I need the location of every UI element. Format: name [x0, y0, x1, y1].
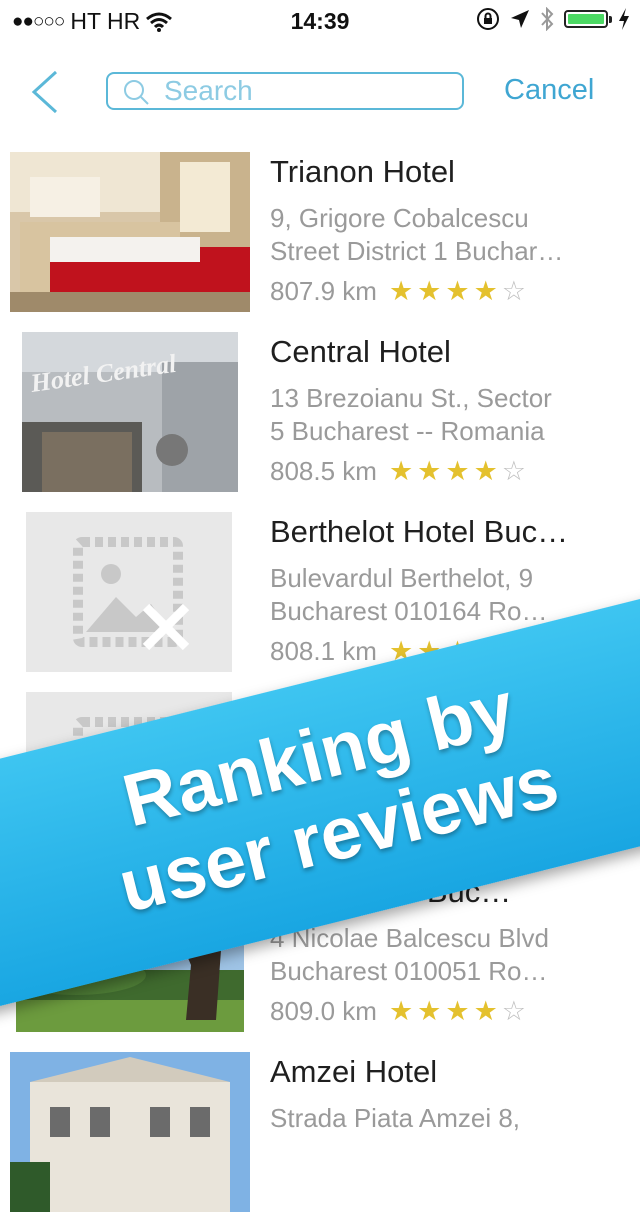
battery-icon [564, 10, 612, 28]
rating-stars: ★★★★☆ [388, 276, 530, 306]
search-icon [124, 80, 149, 105]
rating-stars: ★★★★☆ [388, 996, 530, 1026]
cancel-button[interactable]: Cancel [504, 74, 594, 107]
hotel-list-item[interactable]: Amzei Hotel Strada Piata Amzei 8, [0, 1050, 640, 1220]
hotel-room-photo [10, 152, 250, 312]
hotel-address: 4 Nicolae Balcescu Blvd Bucharest 010051… [270, 923, 549, 986]
bluetooth-icon [541, 7, 554, 31]
hotel-address: Strada Piata Amzei 8, [270, 1103, 521, 1133]
hotel-address: 13 Brezoianu St., Sector 5 Bucharest -- … [270, 383, 552, 446]
image-unavailable-icon [26, 512, 232, 672]
hotel-name: Central Hotel [270, 334, 451, 369]
hotel-distance: 807.9 km [270, 276, 377, 306]
chevron-left-icon [31, 70, 58, 114]
hotel-distance: 808.1 km [270, 636, 377, 666]
hotel-address: 9, Grigore Cobalcescu Street District 1 … [270, 203, 564, 266]
hotel-distance: 808.5 km [270, 456, 377, 486]
location-arrow-icon [511, 10, 529, 28]
hotel-list-item[interactable]: Trianon Hotel 9, Grigore Cobalcescu Stre… [0, 150, 640, 320]
status-bar: ●●○○○ HT HR 14:39 [0, 0, 640, 40]
rating-stars: ★★★★☆ [388, 456, 530, 486]
rotation-lock-icon [477, 8, 499, 30]
hotel-facade-photo: Hotel Central [22, 332, 238, 492]
hotel-name: Amzei Hotel [270, 1054, 438, 1089]
search-nav-bar: Cancel [0, 60, 640, 126]
hotel-distance: 809.0 km [270, 996, 377, 1026]
hotel-name: Trianon Hotel [270, 154, 455, 189]
hotel-list-item[interactable]: Hotel Central Central Hotel 13 Brezoianu… [0, 330, 640, 500]
search-input[interactable] [164, 74, 444, 108]
hotel-name: Berthelot Hotel Buc… [270, 514, 569, 549]
battery-level [568, 14, 604, 24]
building-photo [10, 1052, 250, 1212]
charging-bolt-icon [619, 8, 629, 30]
back-button[interactable] [28, 70, 62, 114]
search-field[interactable] [106, 72, 464, 110]
